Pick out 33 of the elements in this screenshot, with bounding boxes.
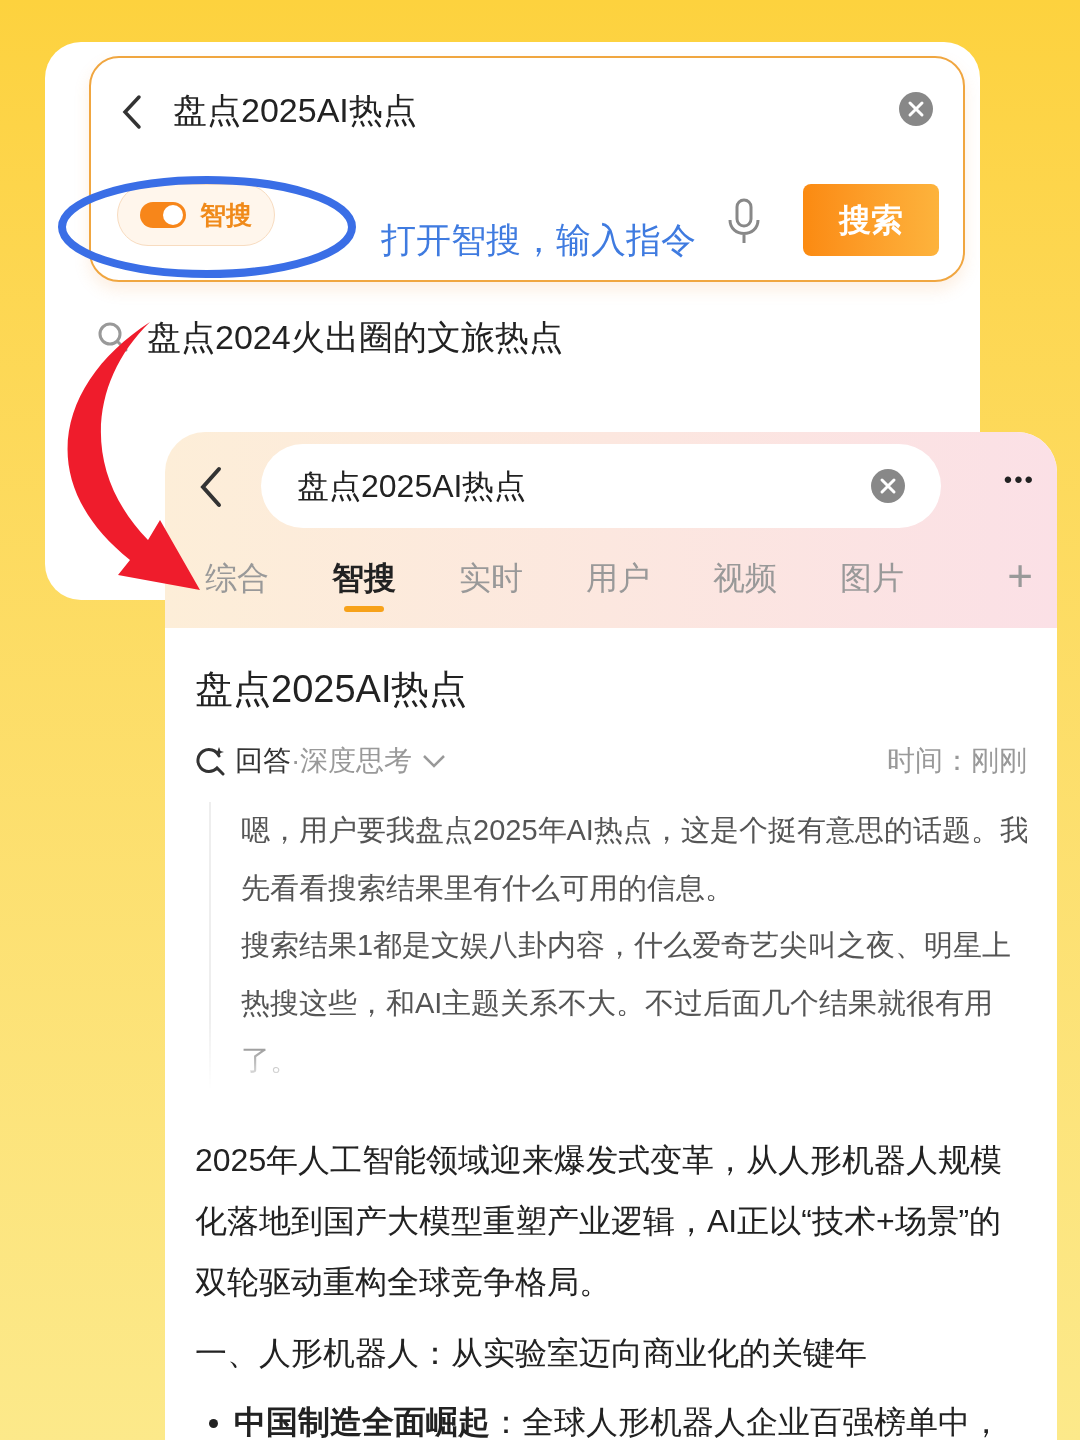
category-tab[interactable]: 视频 [713, 556, 777, 610]
category-tab[interactable]: 智搜 [332, 556, 396, 610]
answer-label: 回答 [235, 744, 291, 778]
smart-search-toggle[interactable]: 智搜 [117, 184, 275, 246]
clear-icon[interactable] [899, 92, 933, 126]
sparkle-search-icon [195, 746, 225, 776]
answer-paragraph: 2025年人工智能领域迎来爆发式变革，从人形机器人规模化落地到国产大模型重塑产业逻辑，AI正以“技术+场景”的双轮驱动重构全球竞争格局。 [195, 1140, 1004, 1302]
thinking-paragraph: 搜索结果1都是文娱八卦内容，什么爱奇艺尖叫之夜、明星上热搜这些，和AI主题关系不大。不过后面几个结果就很有用了。 [241, 928, 1013, 1078]
search-hint: 打开智搜，输入指令 [381, 219, 696, 261]
search-icon [97, 321, 129, 353]
clear-icon[interactable] [871, 469, 905, 503]
search-button[interactable]: 搜索 [803, 184, 939, 256]
tab-indicator [344, 606, 384, 612]
section-heading: 一、人形机器人：从实验室迈向商业化的关键年 [195, 1333, 868, 1373]
microphone-icon[interactable] [727, 198, 761, 244]
suggestion-item[interactable]: 盘点2024火出圈的文旅热点 [147, 311, 563, 363]
answer-time: 时间：刚刚 [887, 744, 1027, 778]
thinking-paragraph: 嗯，用户要我盘点2025年AI热点，这是个挺有意思的话题。我先看看搜索结果里有什么可用的信息。 [241, 813, 1030, 906]
bullet-item: 中国制造全面崛起：全球人形机器人企业百强榜单中， [234, 1402, 1002, 1440]
more-button[interactable]: ••• [1003, 462, 1035, 498]
result-title: 盘点2025AI热点 [195, 667, 469, 712]
search-field[interactable]: 盘点2025AI热点 [261, 444, 941, 528]
search-query[interactable]: 盘点2025AI热点 [173, 88, 417, 132]
search-query: 盘点2025AI热点 [297, 467, 527, 506]
chevron-down-icon[interactable] [422, 753, 447, 769]
category-tab[interactable]: 用户 [586, 556, 650, 610]
thinking-mode-dropdown[interactable]: ·深度思考 [291, 740, 413, 782]
category-tab[interactable]: 图片 [840, 556, 904, 610]
add-tab-button[interactable]: + [1007, 552, 1033, 600]
back-icon[interactable] [121, 94, 143, 130]
category-tab[interactable]: 实时 [459, 556, 523, 610]
back-icon[interactable] [199, 466, 223, 508]
category-tab[interactable]: 综合 [205, 556, 269, 610]
